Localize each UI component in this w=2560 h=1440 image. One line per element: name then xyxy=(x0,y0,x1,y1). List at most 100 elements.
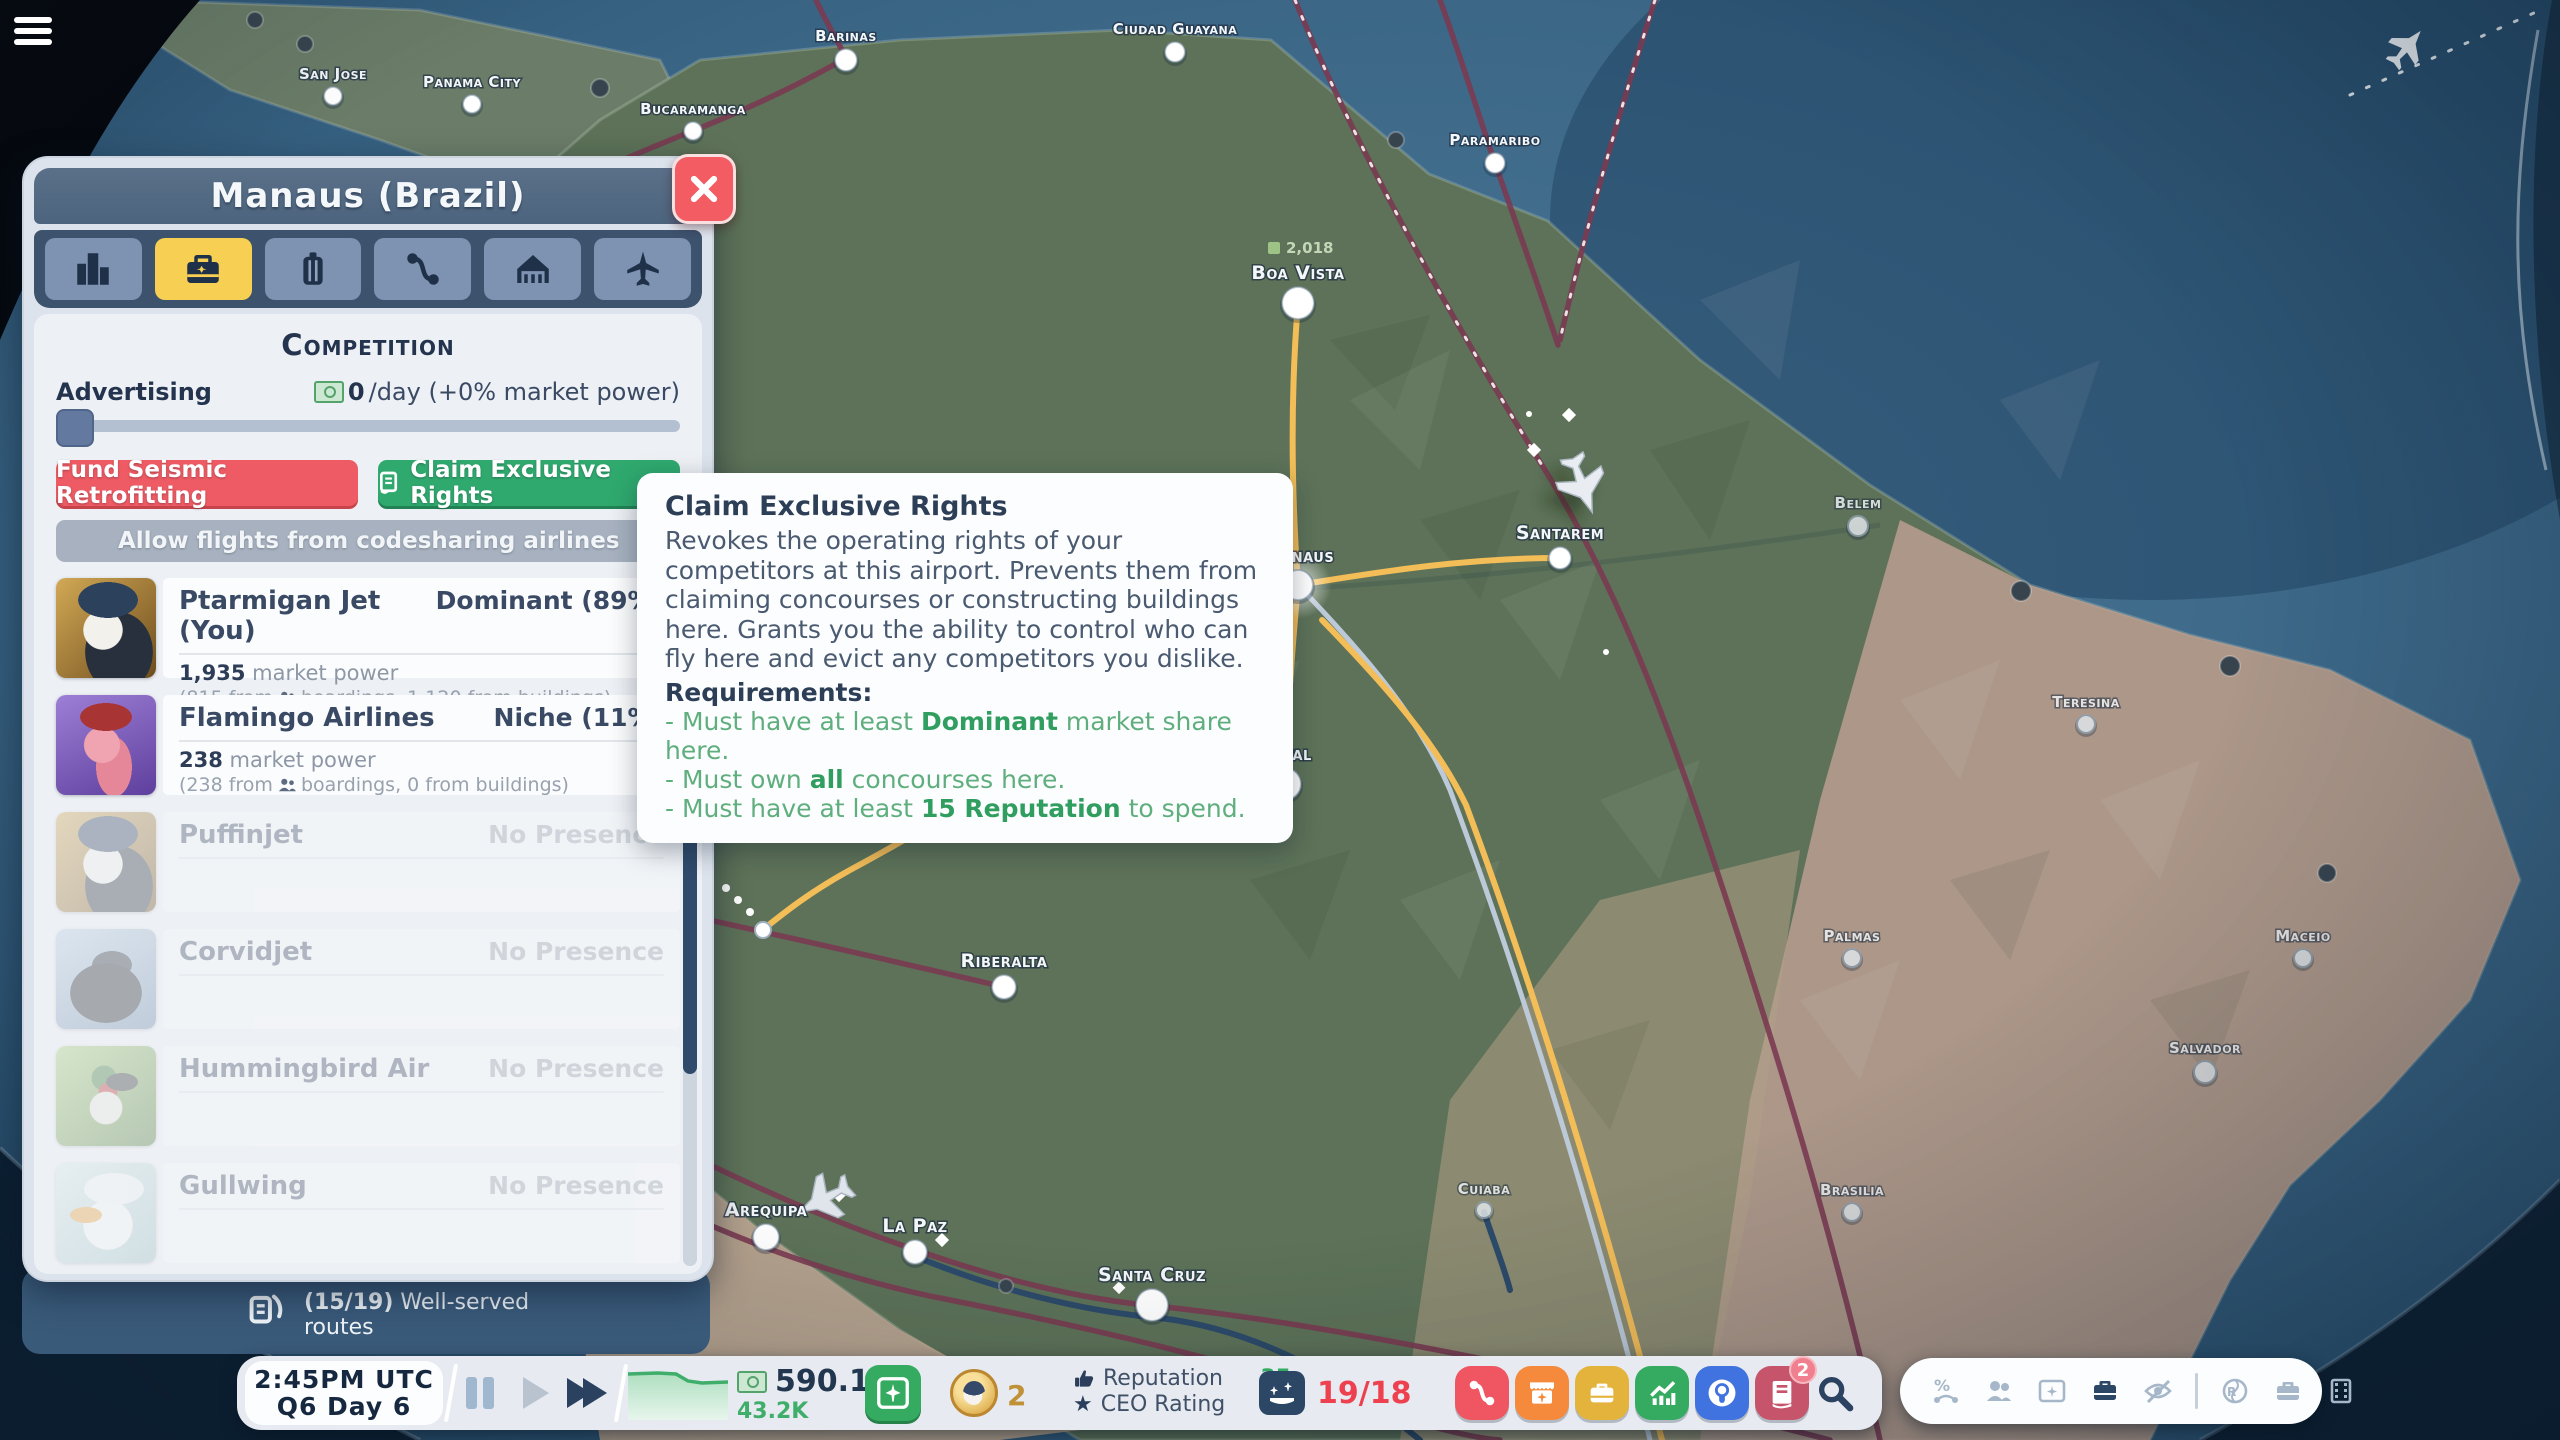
unserved-airport-dot[interactable] xyxy=(999,1279,1013,1293)
pause-icon xyxy=(466,1377,477,1409)
search-button[interactable] xyxy=(1815,1373,1855,1417)
terminal-icon xyxy=(512,248,554,290)
tab-competition[interactable] xyxy=(155,238,252,300)
claim-exclusive-rights-tooltip: Claim Exclusive Rights Revokes the opera… xyxy=(637,473,1293,843)
tab-routes[interactable] xyxy=(374,238,471,300)
airline-name: Ptarmigan Jet (You) xyxy=(179,586,436,646)
airport-label: Palmas xyxy=(1824,927,1881,945)
airline-name: Flamingo Airlines xyxy=(179,703,435,733)
city-panel-tabs xyxy=(34,230,702,308)
fund-seismic-button[interactable]: Fund Seismic Retrofitting xyxy=(56,460,358,506)
menu-button[interactable] xyxy=(14,12,60,52)
advertising-slider[interactable] xyxy=(56,420,680,432)
codeshare-toggle-button[interactable]: Allow flights from codesharing airlines xyxy=(56,520,680,562)
premium-coin-icon[interactable] xyxy=(950,1369,998,1417)
airport-demand-stat: 2,018 xyxy=(1286,239,1333,257)
airline-status: No Presence xyxy=(488,937,664,966)
airport-label: La Paz xyxy=(882,1215,947,1237)
cinematic-filter-icon[interactable] xyxy=(2325,1375,2357,1407)
airline-row[interactable]: GullwingNo Presence xyxy=(56,1163,680,1263)
airport-label: Belem xyxy=(1835,494,1882,512)
airport-label: San Jose xyxy=(299,65,367,83)
business-filter-icon[interactable] xyxy=(2272,1375,2304,1407)
competition-filter-icon[interactable] xyxy=(2089,1375,2121,1407)
airline-status: No Presence xyxy=(488,1171,664,1200)
company-menu-button[interactable] xyxy=(1575,1366,1629,1420)
routes-menu-button[interactable] xyxy=(1455,1366,1509,1420)
airline-row[interactable]: PuffinjetNo Presence xyxy=(56,812,680,912)
airline-card: Corvidjet No Presence xyxy=(163,929,680,1029)
airline-row[interactable]: Corvidjet No Presence xyxy=(56,929,680,1029)
stats-menu-button[interactable] xyxy=(1635,1366,1689,1420)
buy-aircraft-button[interactable] xyxy=(865,1365,921,1421)
research-menu-button[interactable] xyxy=(1695,1366,1749,1420)
profit-filter-icon[interactable]: % xyxy=(1930,1375,1962,1407)
advertising-label: Advertising xyxy=(56,378,212,406)
airline-name: Corvidjet xyxy=(179,937,312,967)
play-button[interactable] xyxy=(523,1356,549,1430)
airline-row[interactable]: Flamingo AirlinesNiche (11%)238 market p… xyxy=(56,695,680,795)
tab-passengers[interactable] xyxy=(265,238,362,300)
airport-label: Santarem xyxy=(1516,522,1604,544)
play-icon xyxy=(523,1377,549,1409)
unserved-airport-dot[interactable] xyxy=(2318,864,2336,882)
hide-ui-filter-icon[interactable] xyxy=(2142,1375,2174,1407)
toolbar-divider xyxy=(2195,1373,2198,1409)
unserved-airport-dot[interactable] xyxy=(2220,656,2240,676)
airline-card: GullwingNo Presence xyxy=(163,1163,680,1263)
airport-label: Ciudad Guayana xyxy=(1113,20,1238,38)
airport-label: Barinas xyxy=(815,27,877,45)
unserved-airport-dot[interactable] xyxy=(247,12,263,28)
briefcase-icon xyxy=(1586,1377,1618,1409)
airport-label: Boa Vista xyxy=(1251,262,1344,284)
city-panel-header: Manaus (Brazil) xyxy=(34,168,702,224)
unserved-airport-dot[interactable] xyxy=(297,36,313,52)
airline-row[interactable]: Ptarmigan Jet (You)Dominant (89%)1,935 m… xyxy=(56,578,680,678)
airline-avatar xyxy=(56,929,156,1029)
money-icon xyxy=(737,1371,767,1393)
tab-city[interactable] xyxy=(45,238,142,300)
pause-button[interactable] xyxy=(463,1356,497,1430)
news-menu-button[interactable]: 2 xyxy=(1755,1366,1809,1420)
airport-label: Paramaribo xyxy=(1449,131,1540,149)
market-power: 1,935 market power xyxy=(179,661,664,685)
tooltip-requirements-label: Requirements: xyxy=(665,678,1265,707)
money-icon xyxy=(314,381,344,403)
close-button[interactable] xyxy=(672,154,736,224)
fleet-capacity-button[interactable] xyxy=(1259,1371,1305,1415)
airline-card: Flamingo AirlinesNiche (11%)238 market p… xyxy=(163,695,680,795)
fleet-icon xyxy=(1266,1378,1298,1408)
airport-label: Bucaramanga xyxy=(640,100,746,118)
news-badge: 2 xyxy=(1789,1356,1817,1384)
airline-name: Puffinjet xyxy=(179,820,303,850)
fast-forward-button[interactable] xyxy=(567,1356,607,1430)
demand-icon xyxy=(1268,242,1280,254)
airport-label: Maceio xyxy=(2275,927,2330,945)
unserved-airport-dot[interactable] xyxy=(2011,581,2031,601)
route-icon xyxy=(402,248,444,290)
market-menu-button[interactable] xyxy=(1515,1366,1569,1420)
passengers-filter-icon[interactable] xyxy=(1983,1375,2015,1407)
airline-row[interactable]: Hummingbird AirNo Presence xyxy=(56,1046,680,1146)
claim-exclusive-rights-button[interactable]: Claim Exclusive Rights xyxy=(378,460,680,506)
airport-label: Salvador xyxy=(2169,1039,2241,1057)
city-panel: Manaus (Brazil) xyxy=(22,156,714,1282)
airline-status: No Presence xyxy=(488,1054,664,1083)
clock-display[interactable]: 2:45PM UTC Q6 Day 6 xyxy=(245,1361,443,1425)
game-screen: San JosePanama CityBucaramangaBarinasCiu… xyxy=(0,0,2560,1440)
money-map-filter-icon[interactable] xyxy=(2036,1375,2068,1407)
region-filter-icon[interactable]: R xyxy=(2219,1375,2251,1407)
ceo-rating-label: CEO Rating xyxy=(1101,1392,1226,1418)
svg-text:R: R xyxy=(2227,1385,2236,1399)
advertising-slider-thumb[interactable] xyxy=(56,409,94,447)
airline-card: PuffinjetNo Presence xyxy=(163,812,680,912)
unserved-airport-dot[interactable] xyxy=(1388,132,1404,148)
airline-avatar xyxy=(56,695,156,795)
bottom-toolbar: 2:45PM UTC Q6 Day 6 590.1K 43.2K xyxy=(237,1356,1882,1430)
route-icon xyxy=(1466,1377,1498,1409)
airline-card: Ptarmigan Jet (You)Dominant (89%)1,935 m… xyxy=(163,578,680,678)
tab-terminal[interactable] xyxy=(484,238,581,300)
tab-aircraft[interactable] xyxy=(594,238,691,300)
unserved-airport-dot[interactable] xyxy=(591,79,609,97)
map-filter-toolbar: % R xyxy=(1900,1358,2322,1424)
